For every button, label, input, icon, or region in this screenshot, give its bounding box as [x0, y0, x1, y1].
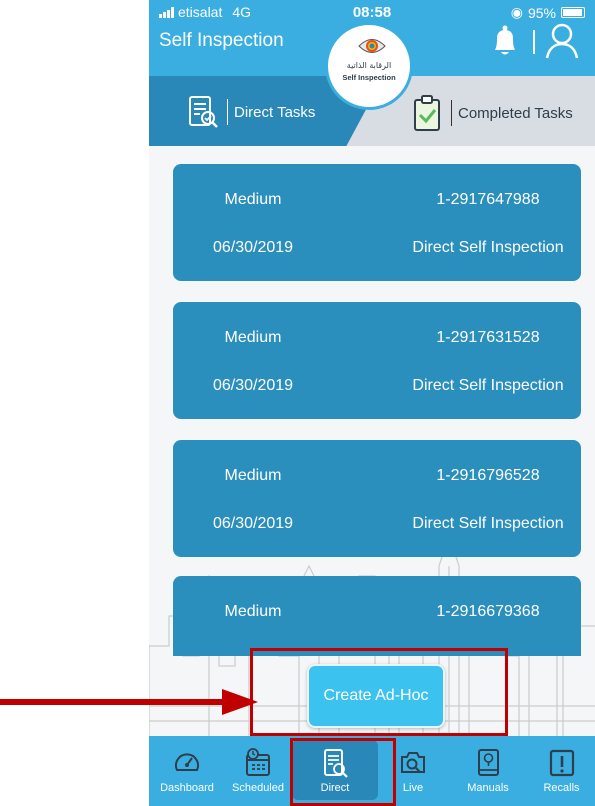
- manual-book-icon: [478, 749, 499, 776]
- task-date: 06/30/2019: [212, 377, 294, 394]
- task-id: 1-2916796528: [436, 467, 540, 484]
- nav-label: Dashboard: [160, 782, 214, 794]
- nav-label: Recalls: [543, 782, 580, 794]
- status-right: ◉ 95%: [511, 4, 585, 21]
- task-type: Direct Self Inspection: [412, 515, 564, 532]
- calendar-clock-icon: [246, 748, 270, 776]
- task-date: 06/30/2019: [212, 239, 294, 256]
- page-title: Self Inspection: [159, 30, 284, 51]
- nav-label: Manuals: [467, 782, 509, 794]
- tab-separator: [227, 99, 228, 125]
- task-priority: Medium: [224, 191, 282, 208]
- battery-icon: [561, 7, 585, 18]
- app-logo: الرقابة الذاتية Self Inspection: [325, 22, 413, 110]
- exclamation-icon: [549, 749, 575, 777]
- user-profile-icon[interactable]: [545, 22, 579, 60]
- task-card[interactable]: Medium 1-2917647988 06/30/2019 Direct Se…: [173, 164, 581, 281]
- task-type: Direct Self Inspection: [412, 239, 564, 256]
- annotation-highlight-adhoc: [250, 648, 508, 736]
- tab-completed-tasks[interactable]: Completed Tasks: [411, 94, 573, 132]
- tab-direct-tasks-content[interactable]: Direct Tasks: [185, 94, 315, 130]
- nav-item-scheduled[interactable]: Scheduled: [225, 736, 291, 806]
- task-card[interactable]: Medium 1-2916796528 06/30/2019 Direct Se…: [173, 440, 581, 557]
- task-id: 1-2917631528: [436, 329, 540, 346]
- nav-item-recalls[interactable]: Recalls: [528, 736, 595, 806]
- orientation-lock-icon: ◉: [510, 4, 523, 20]
- checklist-icon: [189, 96, 218, 128]
- nav-item-manuals[interactable]: Manuals: [448, 736, 528, 806]
- gauge-icon: [175, 753, 199, 771]
- annotation-highlight-direct: [290, 738, 396, 806]
- logo-arabic-text: الرقابة الذاتية: [346, 61, 392, 70]
- header-divider: [533, 30, 535, 54]
- battery-percent: 95%: [527, 4, 556, 21]
- task-card[interactable]: Medium 1-2916679368: [173, 576, 581, 656]
- task-type: Direct Self Inspection: [412, 377, 564, 394]
- tab-direct-tasks-label: Direct Tasks: [234, 103, 316, 121]
- eye-logo-icon: [358, 39, 386, 53]
- task-priority: Medium: [224, 329, 282, 346]
- task-priority: Medium: [224, 603, 282, 620]
- nav-item-dashboard[interactable]: Dashboard: [149, 736, 225, 806]
- task-priority: Medium: [224, 467, 282, 484]
- task-id: 1-2917647988: [436, 191, 540, 208]
- task-card[interactable]: Medium 1-2917631528 06/30/2019 Direct Se…: [173, 302, 581, 419]
- tab-completed-tasks-label: Completed Tasks: [458, 104, 573, 122]
- bell-icon[interactable]: [489, 24, 521, 58]
- tab-separator: [451, 100, 452, 126]
- logo-english-text: Self Inspection: [342, 73, 396, 82]
- annotation-arrow: [0, 689, 258, 715]
- live-camera-search-icon: [401, 752, 425, 773]
- task-date: 06/30/2019: [212, 515, 294, 532]
- task-id: 1-2916679368: [436, 603, 540, 620]
- nav-label: Scheduled: [232, 782, 284, 794]
- clipboard-check-icon: [414, 95, 440, 131]
